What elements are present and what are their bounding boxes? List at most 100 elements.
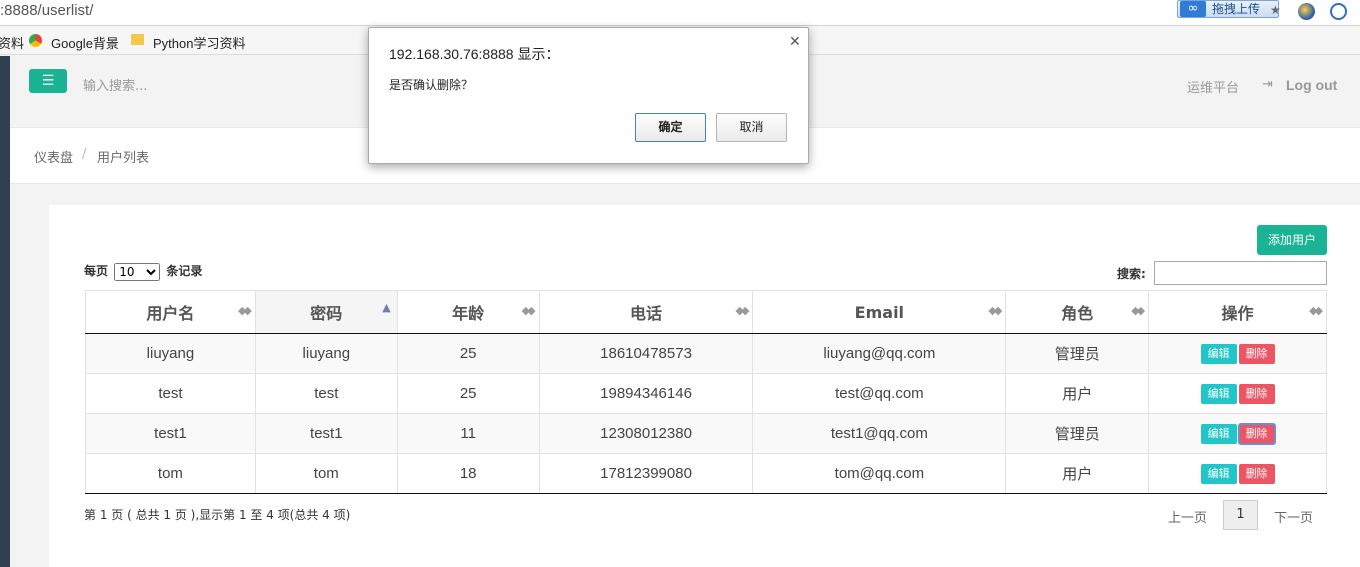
bookmark-item[interactable]: 资料 [0, 33, 24, 52]
per-page-suffix: 条记录 [166, 264, 203, 278]
cell-password: tom [254, 453, 398, 494]
table-header-row: 用户名 ◆◆ 密码 ▲ 年龄 ◆◆ 电话 ◆◆ Email ◆◆ 角色 ◆◆ 操作 ◆◆ [85, 290, 1327, 334]
column-header-username[interactable]: 用户名 ◆◆ [85, 290, 256, 334]
cell-password: test1 [254, 413, 398, 454]
cell-age: 11 [396, 413, 540, 454]
table-row: liuyang liuyang 25 18610478573 liuyang@q… [85, 333, 1327, 374]
sort-icon: ◆◆ [521, 304, 536, 317]
delete-button[interactable]: 删除 [1238, 343, 1275, 364]
sort-icon: ◆◆ [1131, 304, 1145, 317]
table-row: test1 test1 11 12308012380 test1@qq.com … [85, 413, 1327, 454]
table-search-label: 搜索: [1117, 267, 1146, 281]
cell-role: 用户 [1005, 453, 1150, 494]
bookmark-item[interactable]: Google背景 [51, 33, 119, 52]
edit-button[interactable]: 编辑 [1200, 463, 1237, 484]
google-icon [29, 34, 42, 47]
prev-page-button[interactable]: 上一页 [1168, 507, 1207, 526]
browser-extension-icon-2[interactable] [1330, 3, 1347, 20]
sort-icon: ◆◆ [735, 304, 750, 317]
bookmark-star-icon[interactable]: ★ [1270, 3, 1281, 17]
delete-button[interactable]: 删除 [1238, 383, 1275, 404]
cell-age: 18 [396, 453, 540, 494]
breadcrumb-home[interactable]: 仪表盘 [34, 147, 73, 166]
dialog-title: 192.168.30.76:8888 显示： [389, 46, 560, 62]
cell-phone: 17812399080 [538, 453, 754, 494]
cell-username: test1 [85, 413, 256, 454]
cell-email: test1@qq.com [752, 413, 1007, 454]
sort-icon: ◆◆ [988, 304, 1002, 317]
delete-button[interactable]: 删除 [1237, 422, 1276, 445]
column-header-age[interactable]: 年龄 ◆◆ [396, 290, 540, 334]
next-page-button[interactable]: 下一页 [1274, 507, 1313, 526]
cell-email: liuyang@qq.com [752, 333, 1007, 374]
per-page-prefix: 每页 [84, 264, 109, 278]
folder-icon [131, 34, 144, 45]
sign-out-icon[interactable]: ⇥ [1262, 77, 1273, 92]
cell-actions: 编辑 删除 [1148, 373, 1327, 414]
confirm-button[interactable]: 确定 [635, 113, 706, 142]
cell-phone: 18610478573 [538, 333, 754, 374]
upload-label: 拖拽上传 [1212, 2, 1261, 16]
menu-toggle-button[interactable]: ☰ [29, 69, 67, 93]
column-header-role[interactable]: 角色 ◆◆ [1005, 290, 1150, 334]
edit-button[interactable]: 编辑 [1200, 423, 1237, 444]
table-row: test test 25 19894346146 test@qq.com 用户 … [85, 373, 1327, 414]
url-text[interactable]: :8888/userlist/ [0, 2, 93, 19]
browser-extension-icon[interactable] [1298, 3, 1315, 20]
column-label: 年龄 [452, 304, 485, 323]
cancel-button[interactable]: 取消 [716, 113, 787, 142]
page-number-button[interactable]: 1 [1223, 500, 1258, 530]
column-header-password[interactable]: 密码 ▲ [254, 290, 398, 334]
close-icon[interactable]: ✕ [789, 34, 801, 50]
dialog-message: 是否确认删除？ [389, 78, 474, 92]
cell-username: test [85, 373, 256, 414]
table-row: tom tom 18 17812399080 tom@qq.com 用户 编辑删… [85, 453, 1327, 494]
cell-age: 25 [396, 373, 540, 414]
cell-email: test@qq.com [752, 373, 1007, 414]
user-table: 用户名 ◆◆ 密码 ▲ 年龄 ◆◆ 电话 ◆◆ Email ◆◆ 角色 ◆◆ 操作 ◆◆ li… [85, 290, 1327, 494]
column-label: 角色 [1061, 304, 1094, 323]
confirm-dialog: 192.168.30.76:8888 显示： ✕ 是否确认删除？ 确定 取消 [368, 27, 809, 164]
cell-username: liuyang [85, 333, 256, 374]
cell-actions: 编辑 删除 [1148, 413, 1327, 454]
user-list-panel: 添加用户 每页 10 条记录 搜索: 用户名 ◆◆ 密码 ▲ 年龄 ◆◆ 电话 ◆◆ E… [49, 205, 1360, 567]
sort-icon: ◆◆ [237, 304, 252, 317]
cell-password: liuyang [254, 333, 398, 374]
cell-email: tom@qq.com [752, 453, 1007, 494]
table-info: 第 1 页 ( 总共 1 页 ),显示第 1 至 4 项(总共 4 项) [84, 508, 351, 522]
cell-username: tom [85, 453, 256, 494]
column-label: 密码 [310, 304, 343, 323]
sort-icon: ◆◆ [1309, 304, 1323, 317]
column-header-email[interactable]: Email ◆◆ [752, 290, 1007, 334]
upload-extension-button[interactable]: ∞ 拖拽上传 [1177, 0, 1279, 18]
column-label: Email [854, 302, 905, 322]
edit-button[interactable]: 编辑 [1200, 343, 1237, 364]
address-bar[interactable]: :8888/userlist/ ∞ 拖拽上传 ★ [0, 0, 1360, 26]
column-header-phone[interactable]: 电话 ◆◆ [538, 290, 754, 334]
add-user-button[interactable]: 添加用户 [1257, 225, 1327, 255]
top-search-input[interactable] [83, 76, 343, 96]
column-label: 用户名 [146, 304, 195, 323]
breadcrumb-current: 用户列表 [97, 151, 150, 166]
cell-role: 管理员 [1005, 413, 1150, 454]
logout-link[interactable]: Log out [1286, 77, 1337, 93]
infinity-icon: ∞ [1180, 1, 1206, 17]
bookmark-item[interactable]: Python学习资料 [153, 33, 245, 52]
cell-role: 管理员 [1005, 333, 1150, 374]
column-label: 电话 [630, 304, 663, 323]
page-length-select[interactable]: 10 [114, 262, 161, 281]
breadcrumb-separator: / [82, 147, 87, 162]
page-length-control: 每页 10 条记录 [84, 262, 202, 281]
delete-button[interactable]: 删除 [1238, 463, 1275, 484]
cell-role: 用户 [1005, 373, 1150, 414]
cell-phone: 19894346146 [538, 373, 754, 414]
cell-actions: 编辑 删除 [1148, 453, 1327, 494]
column-label: 操作 [1221, 304, 1254, 323]
hamburger-icon: ☰ [41, 73, 55, 89]
cell-phone: 12308012380 [538, 413, 754, 454]
sort-asc-icon: ▲ [382, 301, 391, 314]
platform-link[interactable]: 运维平台 [1187, 77, 1239, 96]
edit-button[interactable]: 编辑 [1200, 383, 1237, 404]
column-header-actions[interactable]: 操作 ◆◆ [1148, 290, 1327, 334]
table-search-input[interactable] [1154, 261, 1327, 285]
